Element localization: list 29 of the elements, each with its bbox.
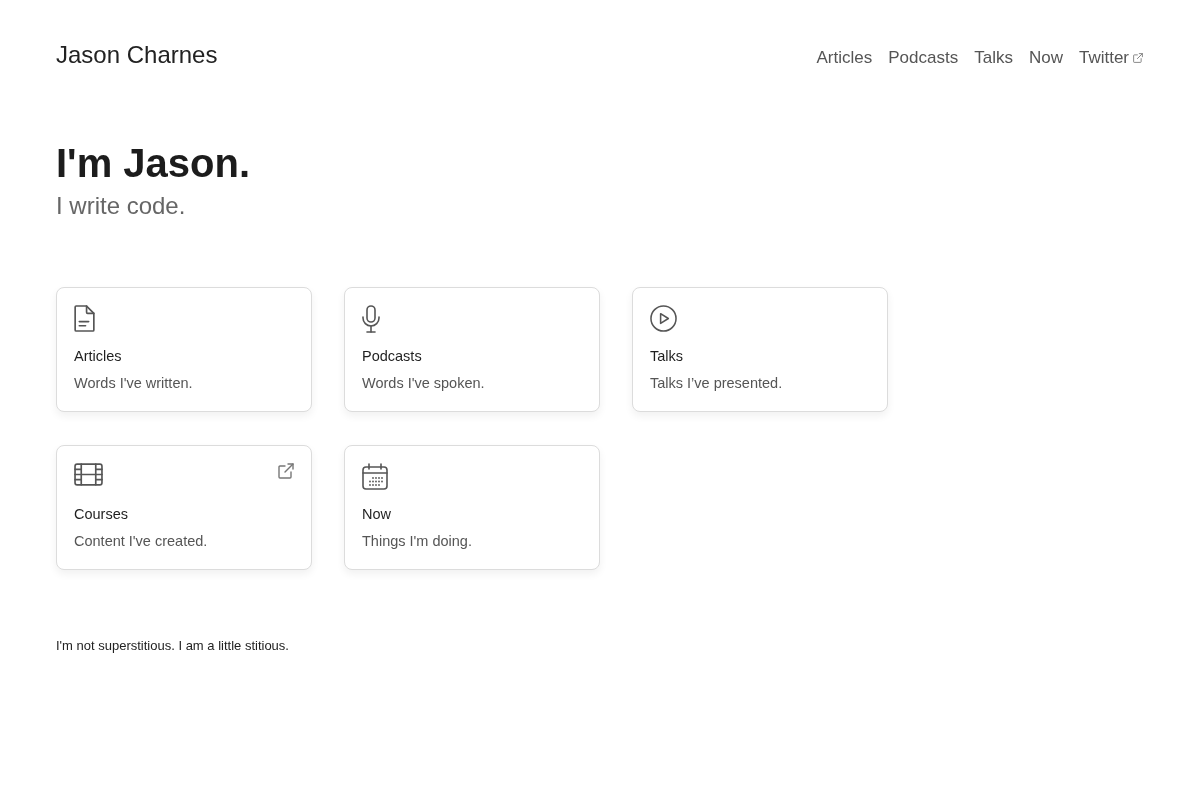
calendar-icon (362, 463, 388, 490)
card-description: Things I'm doing. (362, 532, 472, 551)
film-icon (74, 463, 103, 486)
nav-link[interactable]: Talks (974, 46, 1013, 70)
card-description: Content I've created. (74, 532, 208, 551)
hero-title: I'm Jason. (56, 140, 251, 187)
document-icon (74, 305, 95, 332)
card-title: Articles (74, 347, 122, 366)
card-title: Podcasts (362, 347, 422, 366)
nav-link[interactable]: Articles (816, 46, 873, 70)
link-card[interactable]: Articles Words I've written. (56, 287, 312, 412)
site-title[interactable]: Jason Charnes (56, 40, 218, 70)
nav-link[interactable]: Podcasts (888, 46, 959, 70)
nav-link[interactable]: Now (1028, 46, 1063, 70)
card-description: Words I've spoken. (362, 374, 485, 393)
card-title: Now (362, 505, 391, 524)
play-circle-icon (650, 305, 677, 332)
card-description: Talks I’ve presented. (650, 374, 783, 393)
nav-link[interactable]: Twitter (1078, 46, 1143, 70)
hero-subtitle: I write code. (56, 191, 186, 221)
link-card[interactable]: Now Things I'm doing. (344, 445, 600, 570)
microphone-icon (362, 305, 380, 333)
link-card[interactable]: Talks Talks I’ve presented. (632, 287, 888, 412)
card-title: Courses (74, 505, 128, 524)
card-description: Words I've written. (74, 374, 193, 393)
footer-text: I'm not superstitious. I am a little stitious. (56, 637, 289, 655)
card-title: Talks (650, 347, 684, 366)
link-card[interactable]: Courses Content I've created. (56, 445, 312, 570)
link-card[interactable]: Podcasts Words I've spoken. (344, 287, 600, 412)
